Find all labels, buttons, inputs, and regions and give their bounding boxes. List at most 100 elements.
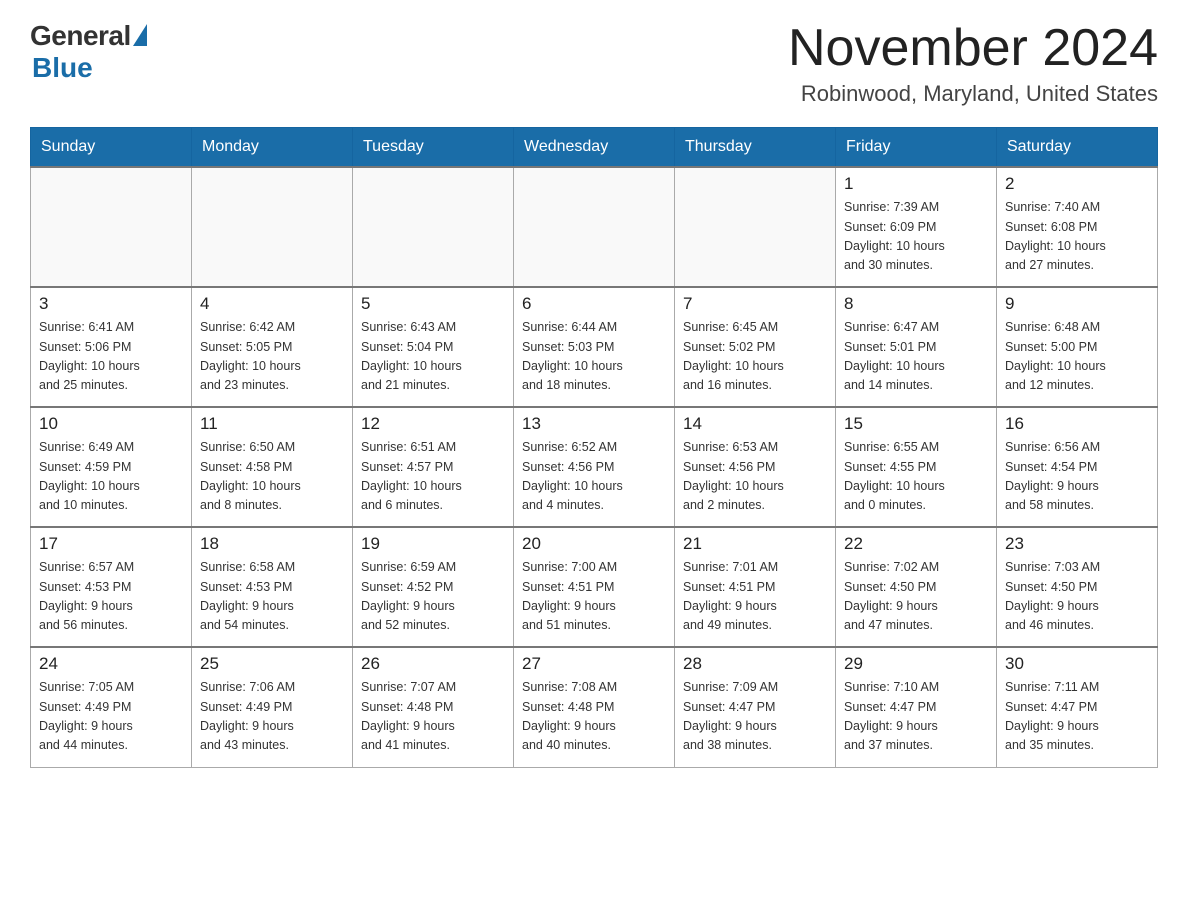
day-info: Sunrise: 7:01 AM Sunset: 4:51 PM Dayligh… (683, 558, 827, 636)
calendar-cell: 10 Sunrise: 6:49 AM Sunset: 4:59 PM Dayli… (31, 407, 192, 527)
calendar-cell: 24 Sunrise: 7:05 AM Sunset: 4:49 PM Dayli… (31, 647, 192, 767)
day-number: 6 (522, 294, 666, 314)
title-area: November 2024 Robinwood, Maryland, Unite… (788, 20, 1158, 107)
month-title: November 2024 (788, 20, 1158, 77)
day-number: 16 (1005, 414, 1149, 434)
day-info: Sunrise: 7:07 AM Sunset: 4:48 PM Dayligh… (361, 678, 505, 756)
calendar-cell: 16 Sunrise: 6:56 AM Sunset: 4:54 PM Dayli… (997, 407, 1158, 527)
day-number: 10 (39, 414, 183, 434)
day-number: 29 (844, 654, 988, 674)
day-number: 25 (200, 654, 344, 674)
day-info: Sunrise: 6:45 AM Sunset: 5:02 PM Dayligh… (683, 318, 827, 396)
day-number: 12 (361, 414, 505, 434)
day-info: Sunrise: 6:48 AM Sunset: 5:00 PM Dayligh… (1005, 318, 1149, 396)
day-info: Sunrise: 6:58 AM Sunset: 4:53 PM Dayligh… (200, 558, 344, 636)
calendar-cell (192, 167, 353, 287)
calendar-cell: 8Sunrise: 6:47 AM Sunset: 5:01 PM Daylig… (836, 287, 997, 407)
day-info: Sunrise: 6:52 AM Sunset: 4:56 PM Dayligh… (522, 438, 666, 516)
col-wednesday: Wednesday (514, 128, 675, 168)
day-number: 14 (683, 414, 827, 434)
calendar-cell: 26 Sunrise: 7:07 AM Sunset: 4:48 PM Dayli… (353, 647, 514, 767)
day-info: Sunrise: 6:42 AM Sunset: 5:05 PM Dayligh… (200, 318, 344, 396)
calendar-week-1: 1Sunrise: 7:39 AM Sunset: 6:09 PM Daylig… (31, 167, 1158, 287)
day-number: 18 (200, 534, 344, 554)
day-info: Sunrise: 7:40 AM Sunset: 6:08 PM Dayligh… (1005, 198, 1149, 276)
day-info: Sunrise: 7:00 AM Sunset: 4:51 PM Dayligh… (522, 558, 666, 636)
logo-general-text: General (30, 20, 131, 52)
day-info: Sunrise: 6:43 AM Sunset: 5:04 PM Dayligh… (361, 318, 505, 396)
calendar-cell: 29 Sunrise: 7:10 AM Sunset: 4:47 PM Dayli… (836, 647, 997, 767)
day-info: Sunrise: 7:03 AM Sunset: 4:50 PM Dayligh… (1005, 558, 1149, 636)
day-info: Sunrise: 7:06 AM Sunset: 4:49 PM Dayligh… (200, 678, 344, 756)
col-tuesday: Tuesday (353, 128, 514, 168)
day-number: 22 (844, 534, 988, 554)
day-info: Sunrise: 6:44 AM Sunset: 5:03 PM Dayligh… (522, 318, 666, 396)
calendar-cell: 5 Sunrise: 6:43 AM Sunset: 5:04 PM Daylig… (353, 287, 514, 407)
calendar-week-4: 17 Sunrise: 6:57 AM Sunset: 4:53 PM Dayli… (31, 527, 1158, 647)
calendar-cell (31, 167, 192, 287)
calendar-week-2: 3 Sunrise: 6:41 AM Sunset: 5:06 PM Daylig… (31, 287, 1158, 407)
day-info: Sunrise: 6:41 AM Sunset: 5:06 PM Dayligh… (39, 318, 183, 396)
day-number: 21 (683, 534, 827, 554)
day-number: 26 (361, 654, 505, 674)
day-number: 15 (844, 414, 988, 434)
calendar-cell: 1Sunrise: 7:39 AM Sunset: 6:09 PM Daylig… (836, 167, 997, 287)
day-number: 8 (844, 294, 988, 314)
calendar-cell: 7 Sunrise: 6:45 AM Sunset: 5:02 PM Daylig… (675, 287, 836, 407)
day-info: Sunrise: 7:11 AM Sunset: 4:47 PM Dayligh… (1005, 678, 1149, 756)
day-info: Sunrise: 7:10 AM Sunset: 4:47 PM Dayligh… (844, 678, 988, 756)
calendar-cell: 19 Sunrise: 6:59 AM Sunset: 4:52 PM Dayli… (353, 527, 514, 647)
location-title: Robinwood, Maryland, United States (788, 81, 1158, 107)
col-sunday: Sunday (31, 128, 192, 168)
day-info: Sunrise: 7:39 AM Sunset: 6:09 PM Dayligh… (844, 198, 988, 276)
day-info: Sunrise: 6:56 AM Sunset: 4:54 PM Dayligh… (1005, 438, 1149, 516)
day-number: 23 (1005, 534, 1149, 554)
logo-triangle-icon (133, 24, 147, 46)
calendar-cell (675, 167, 836, 287)
day-info: Sunrise: 7:08 AM Sunset: 4:48 PM Dayligh… (522, 678, 666, 756)
day-info: Sunrise: 6:57 AM Sunset: 4:53 PM Dayligh… (39, 558, 183, 636)
col-friday: Friday (836, 128, 997, 168)
calendar-cell: 12 Sunrise: 6:51 AM Sunset: 4:57 PM Dayli… (353, 407, 514, 527)
day-number: 20 (522, 534, 666, 554)
calendar-cell: 18 Sunrise: 6:58 AM Sunset: 4:53 PM Dayli… (192, 527, 353, 647)
day-info: Sunrise: 7:09 AM Sunset: 4:47 PM Dayligh… (683, 678, 827, 756)
day-number: 28 (683, 654, 827, 674)
day-number: 27 (522, 654, 666, 674)
day-number: 2 (1005, 174, 1149, 194)
day-info: Sunrise: 6:49 AM Sunset: 4:59 PM Dayligh… (39, 438, 183, 516)
day-number: 5 (361, 294, 505, 314)
calendar-cell: 2 Sunrise: 7:40 AM Sunset: 6:08 PM Daylig… (997, 167, 1158, 287)
day-info: Sunrise: 6:59 AM Sunset: 4:52 PM Dayligh… (361, 558, 505, 636)
calendar-cell: 23 Sunrise: 7:03 AM Sunset: 4:50 PM Dayli… (997, 527, 1158, 647)
day-number: 13 (522, 414, 666, 434)
day-info: Sunrise: 7:02 AM Sunset: 4:50 PM Dayligh… (844, 558, 988, 636)
header: General Blue November 2024 Robinwood, Ma… (30, 20, 1158, 107)
day-info: Sunrise: 6:51 AM Sunset: 4:57 PM Dayligh… (361, 438, 505, 516)
day-number: 17 (39, 534, 183, 554)
col-monday: Monday (192, 128, 353, 168)
day-number: 3 (39, 294, 183, 314)
calendar-cell: 13 Sunrise: 6:52 AM Sunset: 4:56 PM Dayli… (514, 407, 675, 527)
day-number: 9 (1005, 294, 1149, 314)
day-number: 7 (683, 294, 827, 314)
calendar-cell: 11Sunrise: 6:50 AM Sunset: 4:58 PM Dayli… (192, 407, 353, 527)
calendar-cell: 17 Sunrise: 6:57 AM Sunset: 4:53 PM Dayli… (31, 527, 192, 647)
day-info: Sunrise: 6:55 AM Sunset: 4:55 PM Dayligh… (844, 438, 988, 516)
calendar-cell: 20 Sunrise: 7:00 AM Sunset: 4:51 PM Dayli… (514, 527, 675, 647)
calendar-cell: 22 Sunrise: 7:02 AM Sunset: 4:50 PM Dayli… (836, 527, 997, 647)
calendar-cell (514, 167, 675, 287)
calendar-cell: 3 Sunrise: 6:41 AM Sunset: 5:06 PM Daylig… (31, 287, 192, 407)
logo: General Blue (30, 20, 147, 84)
day-info: Sunrise: 6:53 AM Sunset: 4:56 PM Dayligh… (683, 438, 827, 516)
calendar-cell: 9 Sunrise: 6:48 AM Sunset: 5:00 PM Daylig… (997, 287, 1158, 407)
day-number: 19 (361, 534, 505, 554)
day-info: Sunrise: 7:05 AM Sunset: 4:49 PM Dayligh… (39, 678, 183, 756)
day-number: 24 (39, 654, 183, 674)
calendar-cell: 21 Sunrise: 7:01 AM Sunset: 4:51 PM Dayli… (675, 527, 836, 647)
col-saturday: Saturday (997, 128, 1158, 168)
header-row: Sunday Monday Tuesday Wednesday Thursday… (31, 128, 1158, 168)
calendar-cell: 15 Sunrise: 6:55 AM Sunset: 4:55 PM Dayli… (836, 407, 997, 527)
day-number: 4 (200, 294, 344, 314)
calendar-table: Sunday Monday Tuesday Wednesday Thursday… (30, 127, 1158, 768)
